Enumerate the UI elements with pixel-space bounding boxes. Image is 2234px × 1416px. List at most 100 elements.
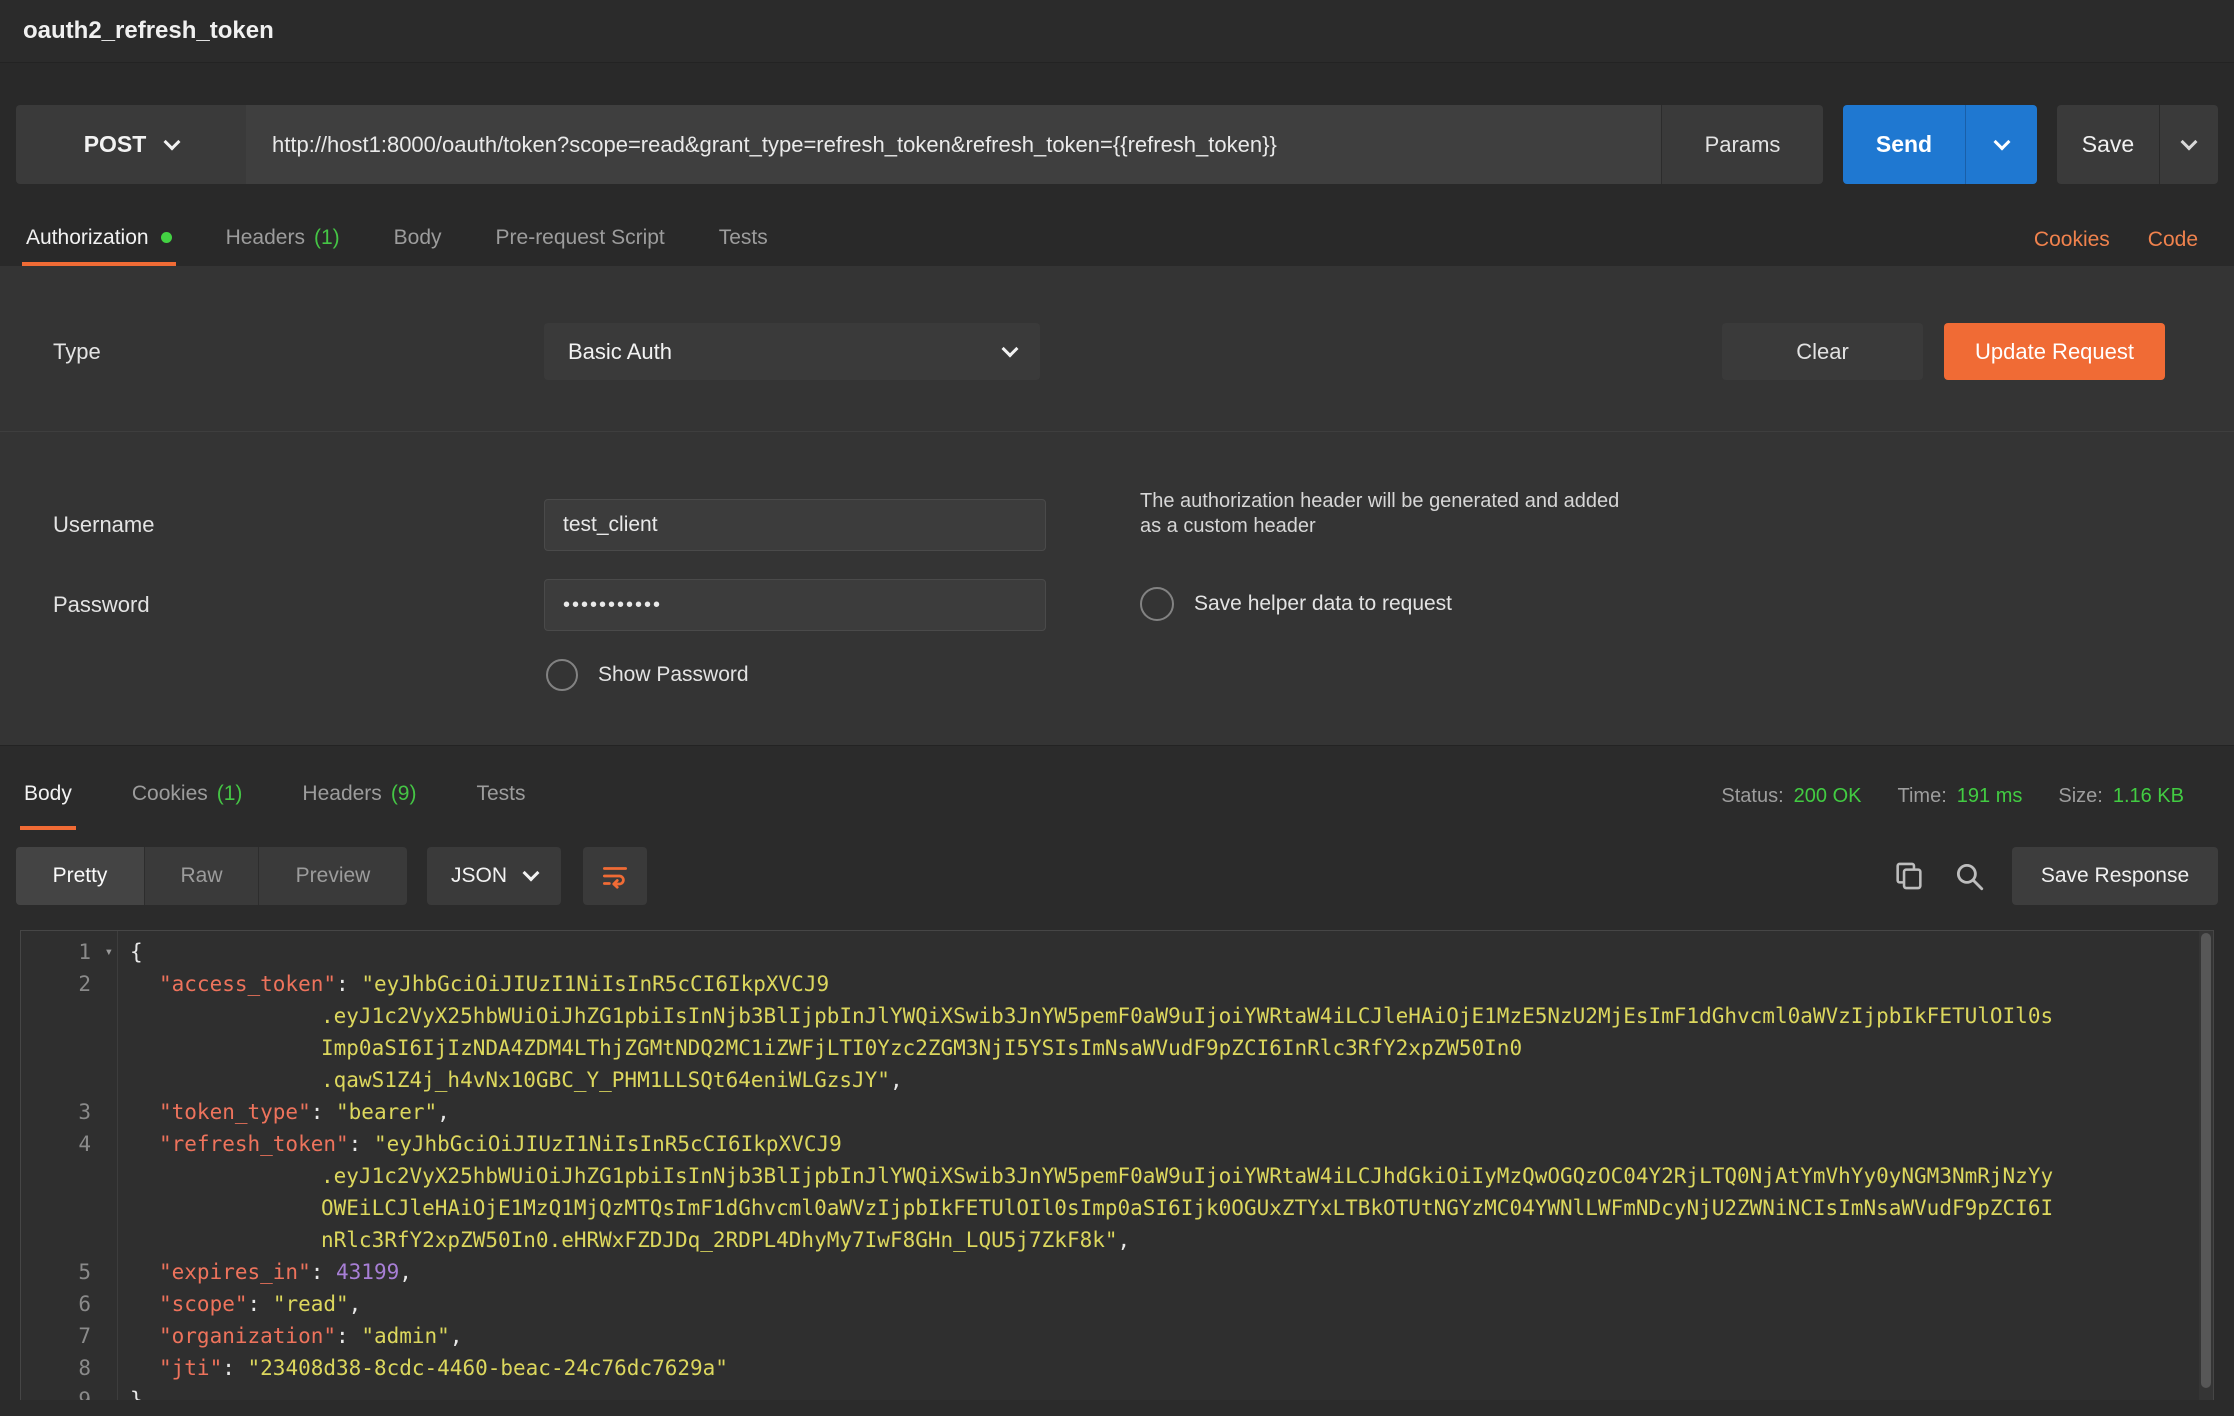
chevron-down-icon — [523, 865, 540, 882]
tab-label: Headers — [302, 782, 381, 806]
chevron-down-icon — [1993, 133, 2010, 150]
request-builder: POST Params Send Save Authorization — [0, 63, 2234, 266]
request-title: oauth2_refresh_token — [23, 17, 274, 45]
show-password-label: Show Password — [598, 663, 749, 687]
code-text: "token_type": "bearer", — [117, 1096, 450, 1128]
clear-button[interactable]: Clear — [1722, 323, 1923, 380]
username-row: Username — [0, 499, 2234, 551]
chevron-down-icon — [164, 133, 181, 150]
response-meta: Status: 200 OK Time: 191 ms Size: 1.16 K… — [1721, 762, 2214, 830]
auth-type-value: Basic Auth — [568, 339, 672, 365]
tab-tests[interactable]: Tests — [715, 213, 772, 266]
params-button[interactable]: Params — [1661, 105, 1823, 184]
view-mode-pretty[interactable]: Pretty — [16, 847, 145, 905]
code-line: 1▾{ — [21, 936, 2213, 968]
code-text: "access_token": "eyJhbGciOiJIUzI1NiIsInR… — [117, 968, 829, 1000]
code-text: "refresh_token": "eyJhbGciOiJIUzI1NiIsIn… — [117, 1128, 842, 1160]
code-text: nRlc3RfY2xpZW50In0.eHRWxFZDJDq_2RDPL4Dhy… — [117, 1224, 1130, 1256]
code-text: "expires_in": 43199, — [117, 1256, 412, 1288]
scrollbar-thumb[interactable] — [2201, 933, 2211, 1388]
auth-type-select[interactable]: Basic Auth — [544, 323, 1040, 380]
save-options-button[interactable] — [2159, 105, 2218, 184]
method-select[interactable]: POST — [16, 105, 246, 184]
code-text: } — [117, 1384, 143, 1400]
response-tab-cookies[interactable]: Cookies (1) — [128, 762, 247, 830]
line-number: 2 — [21, 968, 117, 1000]
format-value: JSON — [451, 864, 507, 888]
copy-response-button[interactable] — [1892, 859, 1926, 893]
request-links: Cookies Code — [2034, 213, 2212, 266]
code-line: 7"organization": "admin", — [21, 1320, 2213, 1352]
view-mode-preview[interactable]: Preview — [259, 847, 407, 905]
postman-window: oauth2_refresh_token POST Params Send Sa… — [0, 0, 2234, 1416]
response-tab-body[interactable]: Body — [20, 762, 76, 830]
code-line: .qawS1Z4j_h4vNx10GBC_Y_PHM1LLSQt64eniWLG… — [21, 1064, 2213, 1096]
tab-label: Authorization — [26, 226, 149, 250]
tab-label: Pre-request Script — [496, 226, 665, 250]
tab-headers[interactable]: Headers (1) — [222, 213, 344, 266]
code-line: 6"scope": "read", — [21, 1288, 2213, 1320]
tab-authorization[interactable]: Authorization — [22, 213, 176, 266]
code-line: 8"jti": "23408d38-8cdc-4460-beac-24c76dc… — [21, 1352, 2213, 1384]
line-number — [21, 1192, 117, 1224]
code-line: 5"expires_in": 43199, — [21, 1256, 2213, 1288]
response-tab-tests[interactable]: Tests — [472, 762, 529, 830]
save-helper-radio[interactable] — [1140, 587, 1174, 621]
response-size: Size: 1.16 KB — [2058, 785, 2184, 808]
format-select[interactable]: JSON — [427, 847, 561, 905]
cookies-link[interactable]: Cookies — [2034, 228, 2110, 252]
tab-label: Body — [394, 226, 442, 250]
show-password-radio[interactable] — [546, 659, 578, 691]
size-value: 1.16 KB — [2113, 785, 2184, 808]
username-input[interactable] — [544, 499, 1046, 551]
code-text: "scope": "read", — [117, 1288, 361, 1320]
tab-pre-request-script[interactable]: Pre-request Script — [492, 213, 669, 266]
tab-count: (9) — [391, 782, 417, 806]
request-row: POST Params Send Save — [16, 105, 2218, 184]
code-text: OWEiLCJleHAiOjE1MzQ1MjQzMTQsImF1dGhvcml0… — [117, 1192, 2053, 1224]
code-link[interactable]: Code — [2148, 228, 2198, 252]
tab-count: (1) — [217, 782, 243, 806]
url-input[interactable] — [246, 105, 1661, 184]
tab-body[interactable]: Body — [390, 213, 446, 266]
password-label: Password — [0, 592, 544, 618]
update-request-button[interactable]: Update Request — [1944, 323, 2165, 380]
response-body-viewer[interactable]: 1▾{2"access_token": "eyJhbGciOiJIUzI1NiI… — [20, 930, 2214, 1400]
method-label: POST — [84, 131, 147, 158]
auth-helper-note: The authorization header will be generat… — [1140, 489, 1620, 539]
send-button[interactable]: Send — [1843, 105, 1965, 184]
line-number: 3 — [21, 1096, 117, 1128]
code-text: .eyJ1c2VyX25hbWUiOiJhZG1pbiIsInNjb3BlIjp… — [117, 1160, 2053, 1192]
password-input[interactable] — [544, 579, 1046, 631]
tab-label: Tests — [476, 782, 525, 806]
code-line: .eyJ1c2VyX25hbWUiOiJhZG1pbiIsInNjb3BlIjp… — [21, 1000, 2213, 1032]
line-number — [21, 1064, 117, 1096]
tab-count: (1) — [314, 226, 340, 250]
wrap-lines-button[interactable] — [583, 847, 647, 905]
code-line: OWEiLCJleHAiOjE1MzQ1MjQzMTQsImF1dGhvcml0… — [21, 1192, 2213, 1224]
chevron-down-icon — [2181, 133, 2198, 150]
response-time: Time: 191 ms — [1898, 785, 2023, 808]
code-text: Imp0aSI6IjIzNDA4ZDM4LThjZGMtNDQ2MC1iZWFj… — [117, 1032, 1522, 1064]
line-number: 1▾ — [21, 936, 117, 968]
save-button[interactable]: Save — [2057, 105, 2159, 184]
divider — [0, 431, 2234, 432]
show-password-row: Show Password — [0, 659, 2234, 691]
line-number: 4 — [21, 1128, 117, 1160]
tab-label: Body — [24, 782, 72, 806]
save-helper-label: Save helper data to request — [1194, 592, 1452, 616]
request-tabbar: Authorization Headers (1) Body Pre-reque… — [16, 213, 2218, 266]
line-number — [21, 1224, 117, 1256]
save-helper-row: Save helper data to request — [1140, 587, 1640, 621]
view-mode-raw[interactable]: Raw — [145, 847, 259, 905]
code-text: "jti": "23408d38-8cdc-4460-beac-24c76dc7… — [117, 1352, 728, 1384]
search-response-button[interactable] — [1952, 859, 1986, 893]
code-line: 9} — [21, 1384, 2213, 1400]
save-response-button[interactable]: Save Response — [2012, 847, 2218, 905]
send-options-button[interactable] — [1965, 105, 2037, 184]
scrollbar[interactable] — [2199, 931, 2213, 1400]
fold-caret-icon[interactable]: ▾ — [105, 936, 113, 968]
password-row: Password — [0, 579, 2234, 631]
response-section: Body Cookies (1) Headers (9) Tests Statu… — [0, 746, 2234, 1416]
response-tab-headers[interactable]: Headers (9) — [298, 762, 420, 830]
